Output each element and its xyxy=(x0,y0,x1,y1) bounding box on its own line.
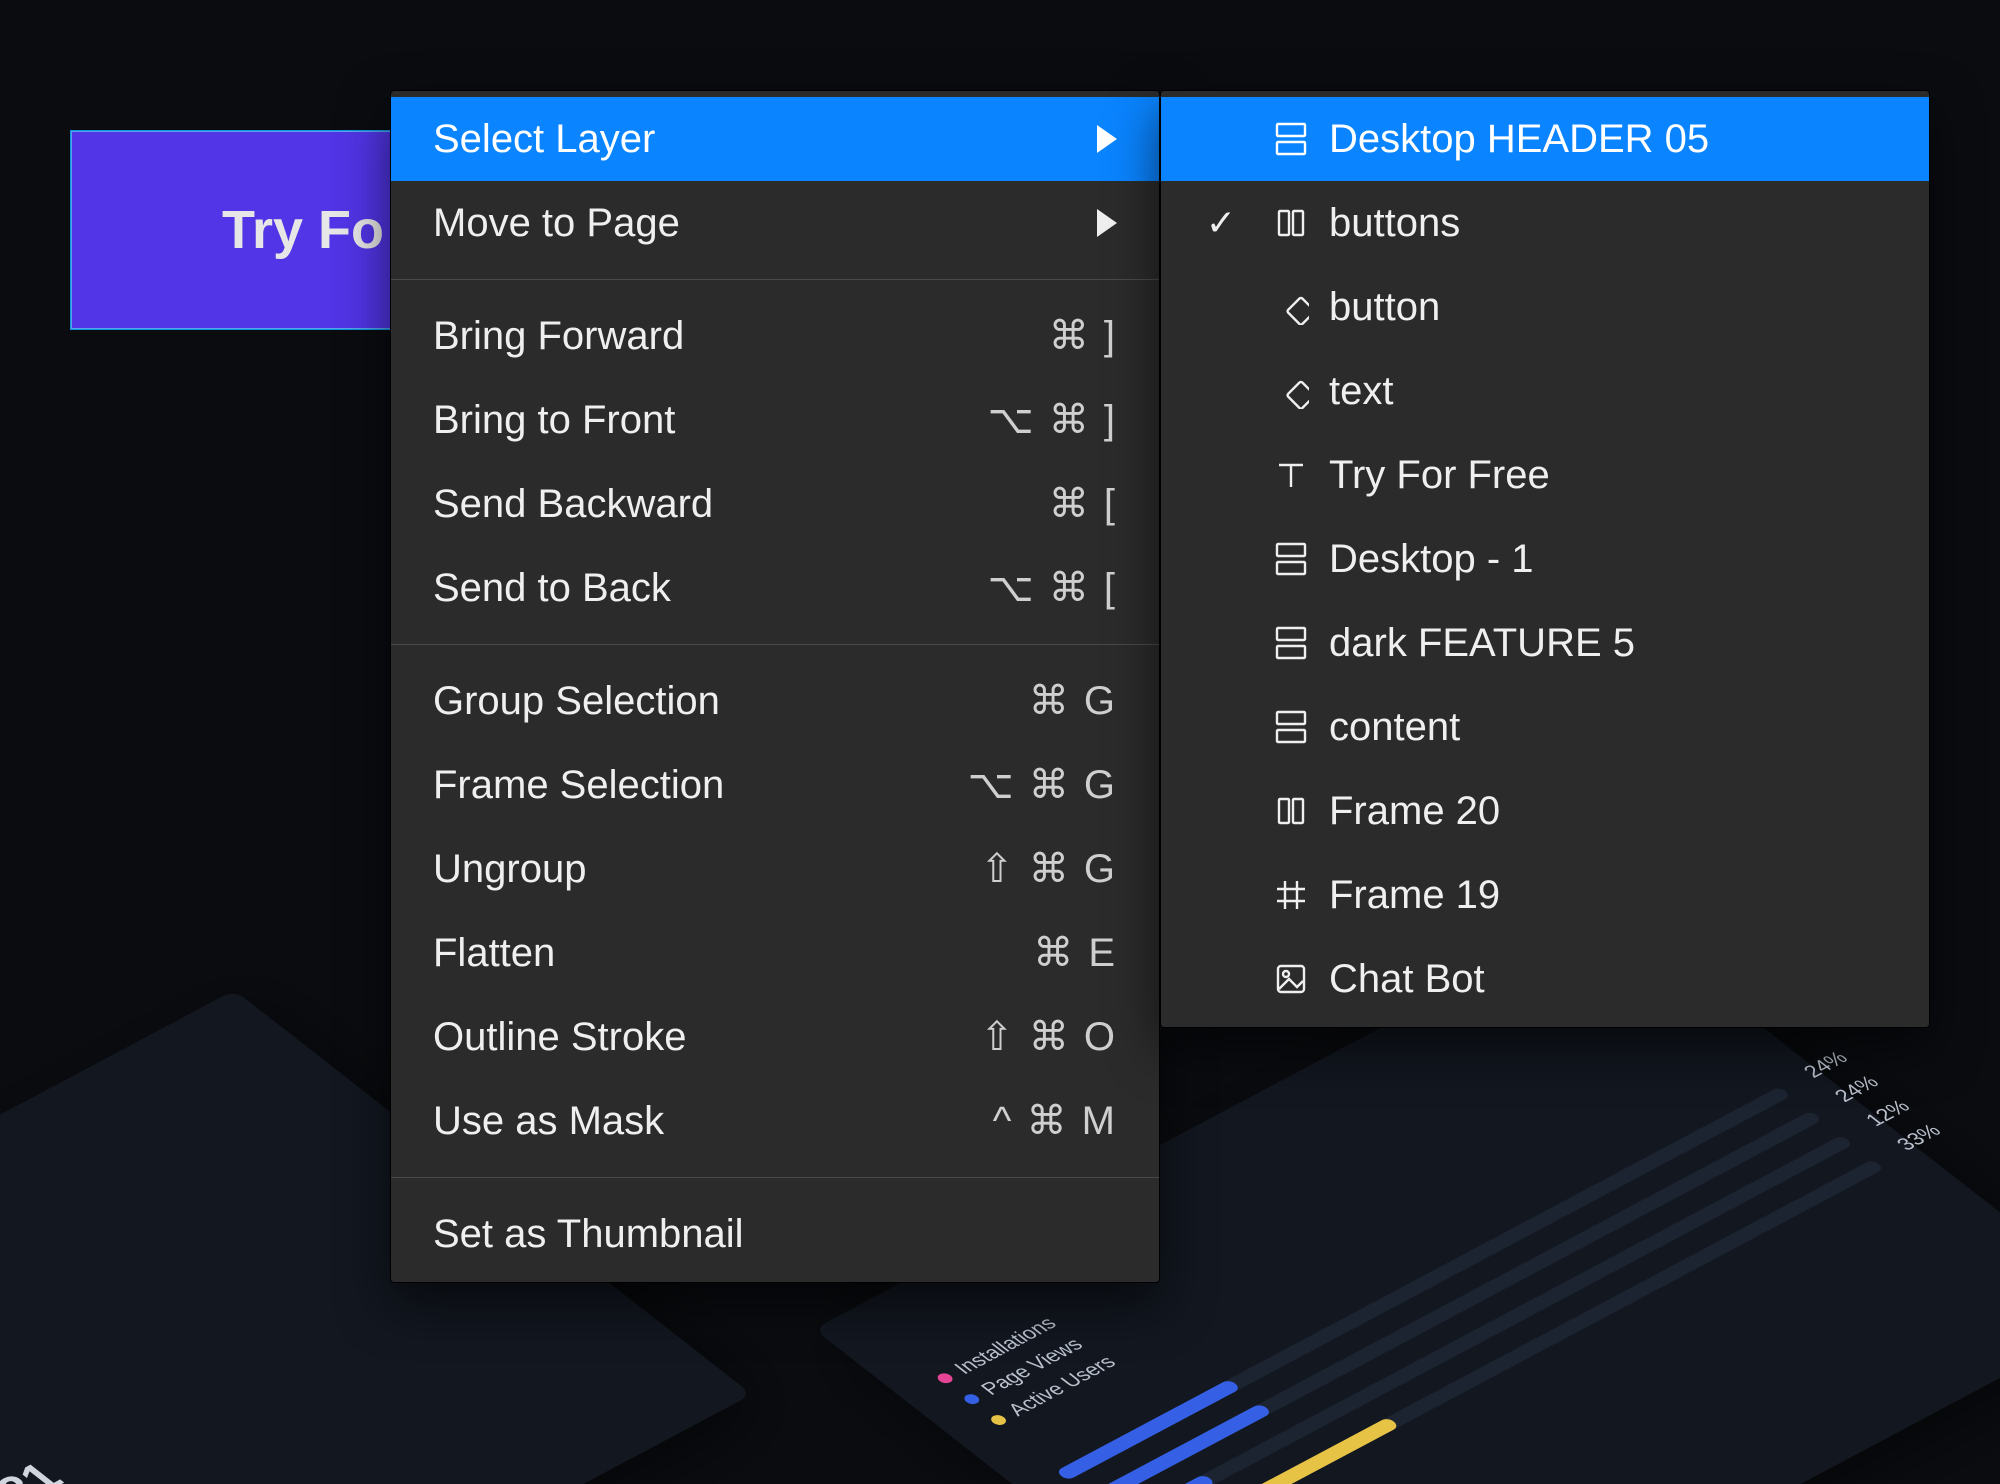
menu-item-shortcut: ⌥ ⌘ ] xyxy=(988,396,1117,444)
menu-item-move-to-page[interactable]: Move to Page xyxy=(391,181,1159,265)
layer-item-label: button xyxy=(1329,283,1891,331)
menu-separator xyxy=(391,644,1159,645)
layer-item-label: Desktop - 1 xyxy=(1329,535,1891,583)
layer-item-buttons[interactable]: ✓ buttons xyxy=(1161,181,1929,265)
menu-item-label: Flatten xyxy=(433,929,555,977)
layer-item-label: Frame 20 xyxy=(1329,787,1891,835)
menu-item-shortcut: ^ ⌘ M xyxy=(993,1097,1117,1145)
layer-item-label: buttons xyxy=(1329,199,1891,247)
instance2-icon xyxy=(1271,791,1311,831)
component-icon xyxy=(1271,371,1311,411)
legend-dot-icon xyxy=(961,1392,982,1406)
bar-percent: 24% xyxy=(1799,1048,1854,1082)
layer-item-content[interactable]: content xyxy=(1161,685,1929,769)
layer-item-chat-bot[interactable]: Chat Bot xyxy=(1161,937,1929,1021)
layer-item-label: Try For Free xyxy=(1329,451,1891,499)
menu-item-shortcut: ⌘ E xyxy=(1033,929,1117,977)
menu-item-send-to-back[interactable]: Send to Back ⌥ ⌘ [ xyxy=(391,546,1159,630)
menu-item-shortcut: ⌘ G xyxy=(1029,677,1117,725)
frame-icon xyxy=(1271,539,1311,579)
layer-item-frame-19[interactable]: Frame 19 xyxy=(1161,853,1929,937)
bar-percent: 33% xyxy=(1892,1121,1947,1155)
canvas-button-label: Try Fo xyxy=(222,199,384,261)
menu-item-label: Set as Thumbnail xyxy=(433,1210,744,1258)
layer-item-desktop-1[interactable]: Desktop - 1 xyxy=(1161,517,1929,601)
menu-item-shortcut: ⌥ ⌘ G xyxy=(968,761,1117,809)
menu-item-shortcut: ⌥ ⌘ [ xyxy=(988,564,1117,612)
menu-item-bring-forward[interactable]: Bring Forward ⌘ ] xyxy=(391,294,1159,378)
hash-icon xyxy=(1271,875,1311,915)
menu-item-ungroup[interactable]: Ungroup ⇧ ⌘ G xyxy=(391,827,1159,911)
check-icon: ✓ xyxy=(1199,201,1243,244)
menu-item-shortcut: ⇧ ⌘ O xyxy=(980,1013,1117,1061)
menu-item-label: Send to Back xyxy=(433,564,671,612)
menu-item-label: Move to Page xyxy=(433,199,680,247)
text-icon xyxy=(1271,455,1311,495)
bar-percent: 24% xyxy=(1830,1072,1885,1106)
menu-item-label: Bring to Front xyxy=(433,396,675,444)
frame-icon xyxy=(1271,707,1311,747)
menu-separator xyxy=(391,279,1159,280)
layer-item-text[interactable]: text xyxy=(1161,349,1929,433)
layer-item-label: content xyxy=(1329,703,1891,751)
layer-item-label: Chat Bot xyxy=(1329,955,1891,1003)
context-menu[interactable]: Select Layer Move to Page Bring Forward ⌘ ]… xyxy=(390,90,1160,1283)
menu-item-label: Outline Stroke xyxy=(433,1013,686,1061)
layer-item-label: dark FEATURE 5 xyxy=(1329,619,1891,667)
menu-item-frame-selection[interactable]: Frame Selection ⌥ ⌘ G xyxy=(391,743,1159,827)
menu-item-flatten[interactable]: Flatten ⌘ E xyxy=(391,911,1159,995)
menu-item-label: Bring Forward xyxy=(433,312,684,360)
layer-item-frame-20[interactable]: Frame 20 xyxy=(1161,769,1929,853)
image-icon xyxy=(1271,959,1311,999)
menu-item-bring-to-front[interactable]: Bring to Front ⌥ ⌘ ] xyxy=(391,378,1159,462)
menu-item-set-as-thumbnail[interactable]: Set as Thumbnail xyxy=(391,1192,1159,1276)
menu-item-use-as-mask[interactable]: Use as Mask ^ ⌘ M xyxy=(391,1079,1159,1163)
menu-item-label: Send Backward xyxy=(433,480,713,528)
menu-item-label: Ungroup xyxy=(433,845,586,893)
layer-item-button[interactable]: button xyxy=(1161,265,1929,349)
frame-icon xyxy=(1271,119,1311,159)
menu-item-shortcut: ⌘ ] xyxy=(1049,312,1117,360)
submenu-arrow-icon xyxy=(1097,209,1117,237)
legend-dot-icon xyxy=(935,1371,956,1385)
select-layer-submenu[interactable]: Desktop HEADER 05 ✓ buttons button text Try F… xyxy=(1160,90,1930,1028)
menu-item-label: Group Selection xyxy=(433,677,720,725)
frame-icon xyxy=(1271,623,1311,663)
menu-separator xyxy=(391,1177,1159,1178)
submenu-arrow-icon xyxy=(1097,125,1117,153)
menu-item-group-selection[interactable]: Group Selection ⌘ G xyxy=(391,659,1159,743)
instance2-icon xyxy=(1271,203,1311,243)
layer-item-desktop-header-05[interactable]: Desktop HEADER 05 xyxy=(1161,97,1929,181)
component-icon xyxy=(1271,287,1311,327)
layer-item-label: Desktop HEADER 05 xyxy=(1329,115,1891,163)
legend-dot-icon xyxy=(988,1413,1009,1427)
menu-item-select-layer[interactable]: Select Layer xyxy=(391,97,1159,181)
menu-item-shortcut: ⌘ [ xyxy=(1049,480,1117,528)
menu-item-label: Select Layer xyxy=(433,115,655,163)
layer-item-dark-feature-5[interactable]: dark FEATURE 5 xyxy=(1161,601,1929,685)
menu-item-send-backward[interactable]: Send Backward ⌘ [ xyxy=(391,462,1159,546)
menu-item-outline-stroke[interactable]: Outline Stroke ⇧ ⌘ O xyxy=(391,995,1159,1079)
layer-item-label: text xyxy=(1329,367,1891,415)
menu-item-shortcut: ⇧ ⌘ G xyxy=(980,845,1117,893)
menu-item-label: Use as Mask xyxy=(433,1097,664,1145)
stat-value-secondary: $2,931 xyxy=(0,1453,75,1484)
layer-item-try-for-free[interactable]: Try For Free xyxy=(1161,433,1929,517)
menu-item-label: Frame Selection xyxy=(433,761,724,809)
bar-percent: 12% xyxy=(1861,1097,1916,1131)
layer-item-label: Frame 19 xyxy=(1329,871,1891,919)
